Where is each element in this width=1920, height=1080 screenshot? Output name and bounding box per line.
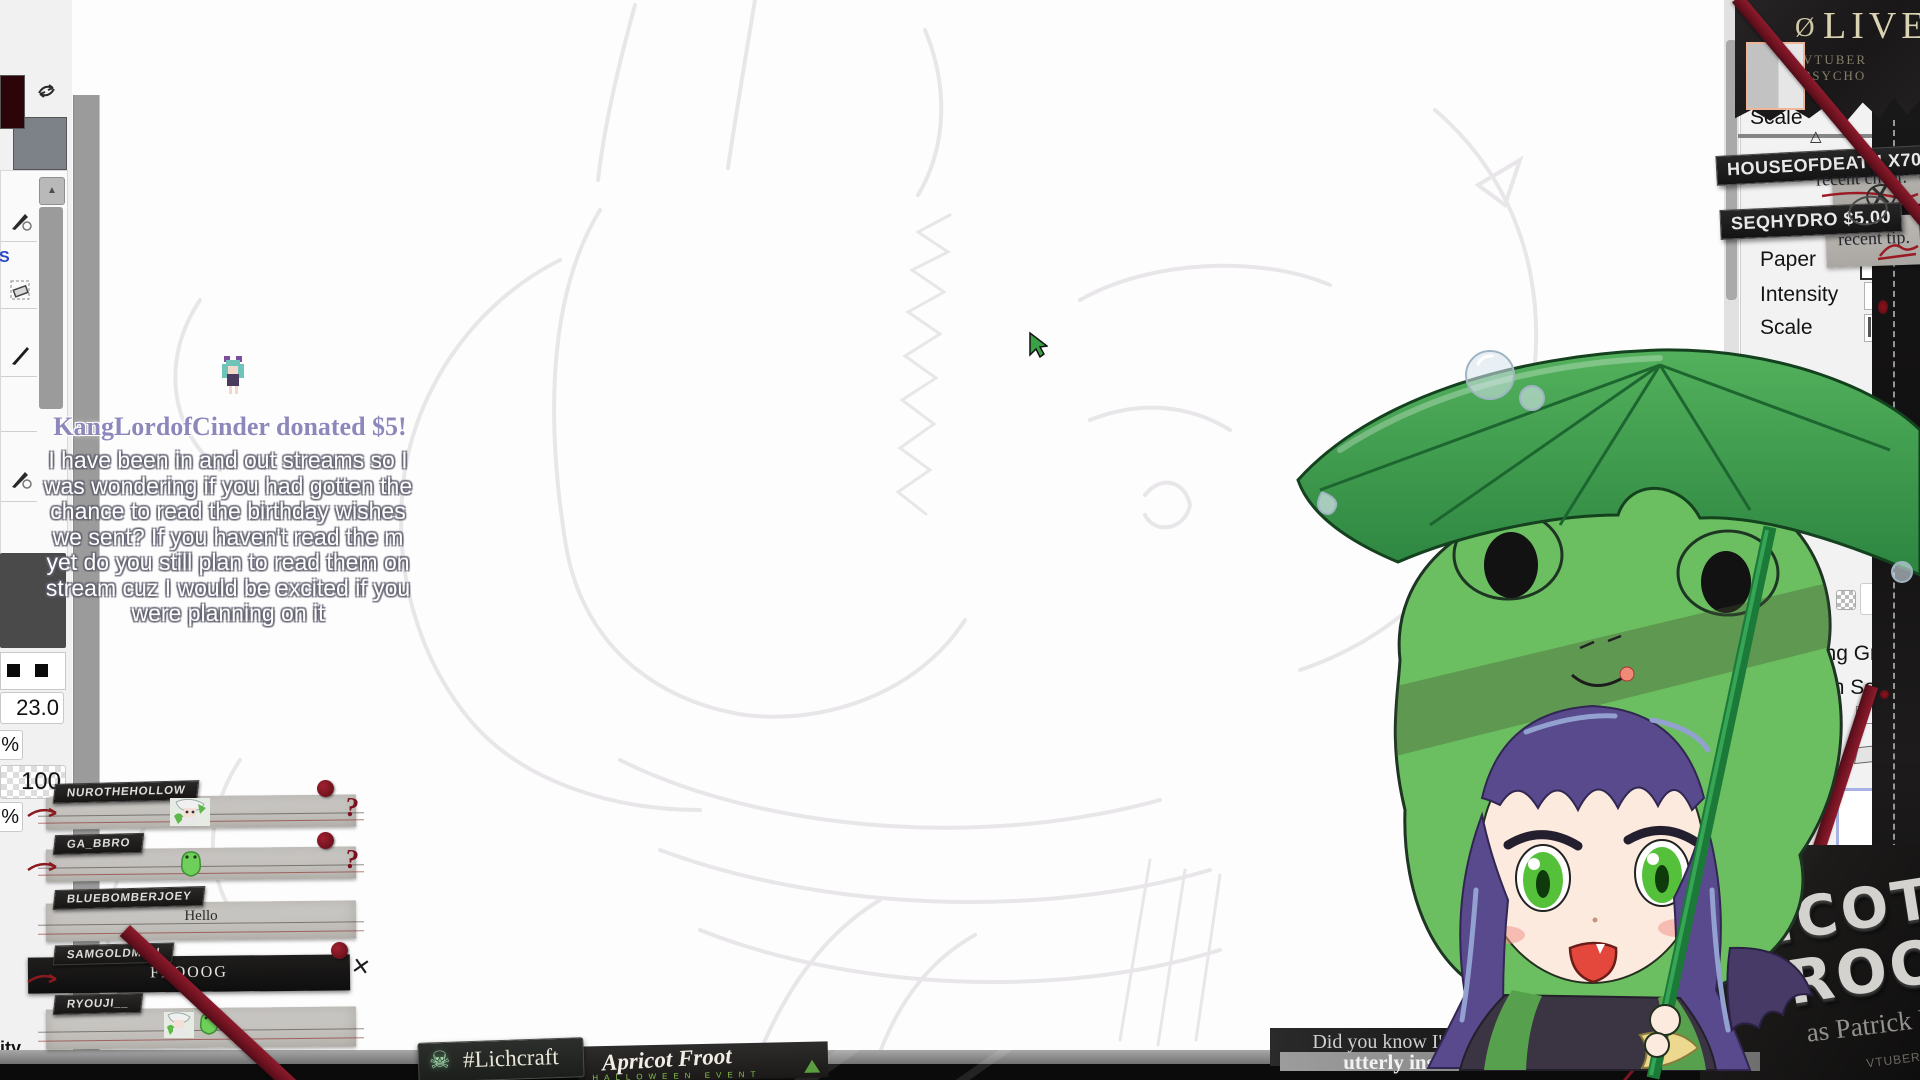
brush-shape-row [0,652,66,690]
chat-username: GA_BBRO [53,833,145,855]
min-size-unit: % [0,730,23,760]
wax-seal-icon [317,832,334,849]
mouse-cursor [1026,331,1048,359]
streamer-chibi-sprite [218,354,248,400]
scale-slider-marker[interactable]: △ [1810,127,1822,145]
brush-tool-icon[interactable] [9,209,33,233]
stream-screen: ▲ S 23.0 % 100 % ity Scale △ Paper Inten… [0,0,1920,1080]
vtuber-frog-character [1280,330,1920,1080]
intensity-label: Intensity [1760,283,1838,307]
frog-emote [178,848,204,880]
tool-scroll-up-button[interactable]: ▲ [39,177,65,205]
red-arrow-doodle [26,804,62,822]
tool-scrollbar[interactable] [39,207,63,409]
pen-tool-icon[interactable] [9,343,33,367]
s-tool-icon[interactable]: S [0,249,10,267]
brush-size-field[interactable]: 23.0 [0,692,64,724]
live-title: LIVE [1823,4,1920,48]
tip-scribble [1876,238,1920,262]
wax-seal-icon [331,942,348,959]
donation-message: I have been in and out streams so I was … [18,448,438,627]
red-arrow-doodle [26,970,62,988]
chat-username: RYOUJI__ [53,993,143,1015]
chat-username: BLUEBOMBERJOEY [53,886,206,910]
donation-title: KangLordofCinder donated $5! [30,412,430,442]
lichcraft-hashtag: #Lichcraft [463,1044,560,1073]
skull-icon: ☠ [428,1046,450,1075]
wax-seal-icon [317,780,334,797]
brush-shape-square-1[interactable] [7,664,20,677]
paper-label: Paper [1760,248,1816,272]
anime-girl-emote [170,798,210,826]
eraser-tool-icon[interactable] [9,279,33,303]
lichcraft-banner: ☠ #Lichcraft [417,1037,584,1080]
live-symbol: Ø [1795,12,1815,43]
anime-girl-emote [164,1012,194,1038]
event-banner: Apricot Froot HALLOWEEN EVENT [578,1041,829,1080]
chat-message-text: Hello [46,908,356,925]
swap-colors-icon[interactable] [36,80,58,100]
green-triangle-icon [804,1060,820,1073]
opacity-unit: % [0,802,23,832]
brush-shape-square-2[interactable] [35,664,48,677]
red-arrow-doodle [26,858,62,876]
live-subtitle: VTUBER PSYCHO [1803,52,1920,84]
foreground-color-swatch[interactable] [0,75,25,129]
